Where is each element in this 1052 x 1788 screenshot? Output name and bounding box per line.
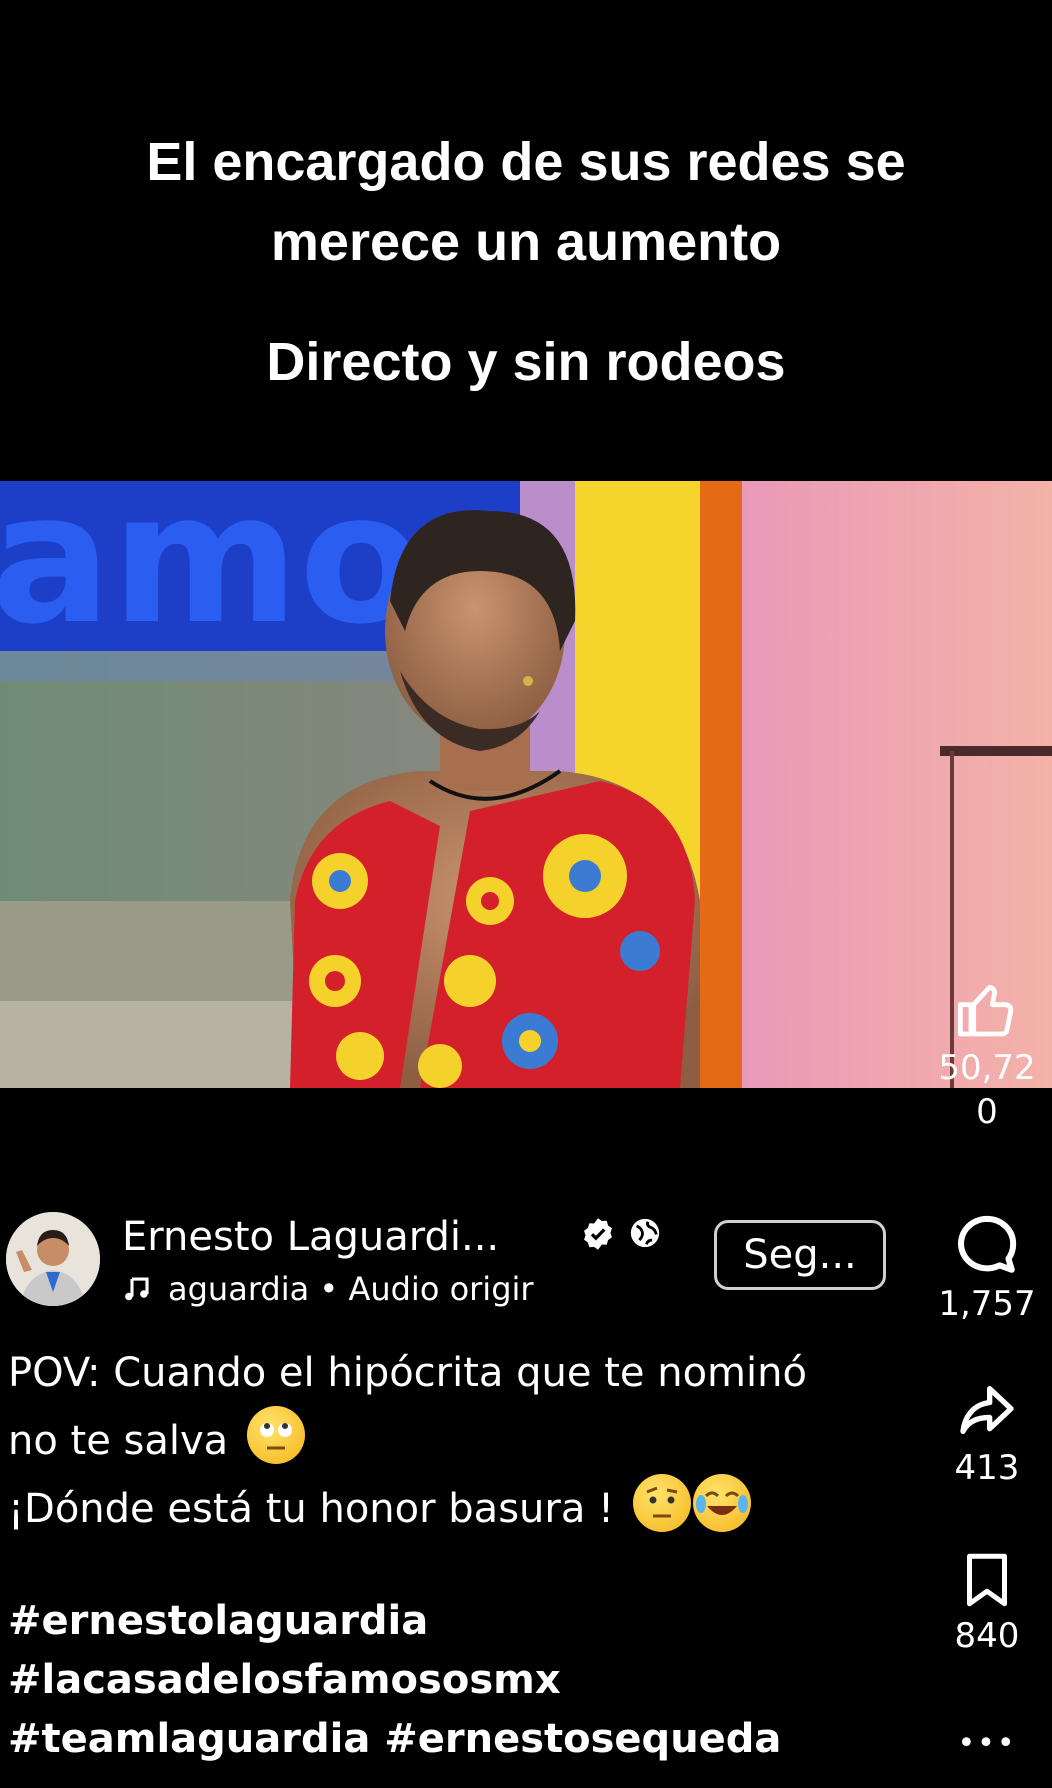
avatar[interactable] bbox=[6, 1212, 100, 1306]
more-icon[interactable]: ••• bbox=[957, 1722, 1016, 1766]
overlay-subheadline: Directo y sin rodeos bbox=[266, 332, 786, 392]
audio-label: aguardia • Audio origir bbox=[168, 1270, 534, 1308]
hashtags: #ernestolaguardia #lacasadelosfamososmx … bbox=[8, 1592, 908, 1769]
like-count: 50,72 0 bbox=[938, 1048, 1036, 1132]
globe-icon bbox=[630, 1218, 660, 1248]
bookmark-icon[interactable] bbox=[957, 1550, 1017, 1610]
caption-line: POV: Cuando el hipócrita que te nominó bbox=[8, 1350, 807, 1396]
caption-line: no te salva bbox=[8, 1418, 229, 1464]
hashtag-link[interactable]: #lacasadelosfamososmx bbox=[8, 1651, 908, 1710]
hashtag-link[interactable]: #teamlaguardia #ernestosequeda bbox=[8, 1710, 908, 1769]
caption-line: ¡Dónde está tu honor basura ! bbox=[8, 1486, 615, 1532]
comment-icon[interactable] bbox=[954, 1212, 1020, 1278]
follow-button[interactable]: Seg... bbox=[714, 1220, 886, 1290]
save-action[interactable]: 840 bbox=[922, 1550, 1052, 1658]
video-frame[interactable]: amos bbox=[0, 481, 1052, 1088]
raised-eyebrow-emoji-icon bbox=[632, 1474, 691, 1532]
eye-roll-emoji-icon bbox=[246, 1406, 305, 1464]
music-note-icon bbox=[125, 1277, 149, 1301]
share-icon[interactable] bbox=[955, 1378, 1019, 1442]
more-options-button[interactable]: ••• bbox=[922, 1718, 1052, 1766]
video-still: amos bbox=[0, 481, 1052, 1088]
share-count: 413 bbox=[954, 1448, 1020, 1488]
verified-icon bbox=[584, 1218, 612, 1250]
author-row: Ernesto Laguardi... aguardia • Audio ori… bbox=[6, 1210, 906, 1310]
share-action[interactable]: 413 bbox=[922, 1378, 1052, 1490]
comment-action[interactable]: 1,757 bbox=[922, 1212, 1052, 1326]
save-count: 840 bbox=[954, 1616, 1020, 1656]
tears-of-joy-emoji-icon bbox=[692, 1474, 751, 1532]
caption: POV: Cuando el hipócrita que te nominó n… bbox=[8, 1340, 908, 1542]
comment-count: 1,757 bbox=[938, 1284, 1036, 1324]
hashtag-link[interactable]: #ernestolaguardia bbox=[8, 1592, 908, 1651]
overlay-headline: El encargado de sus redes se merece un a… bbox=[146, 132, 906, 272]
thumbs-up-icon[interactable] bbox=[955, 978, 1019, 1042]
audio-row[interactable]: aguardia • Audio origir bbox=[122, 1270, 582, 1308]
like-action[interactable]: 50,72 0 bbox=[922, 978, 1052, 1134]
author-name[interactable]: Ernesto Laguardi... bbox=[122, 1214, 499, 1260]
